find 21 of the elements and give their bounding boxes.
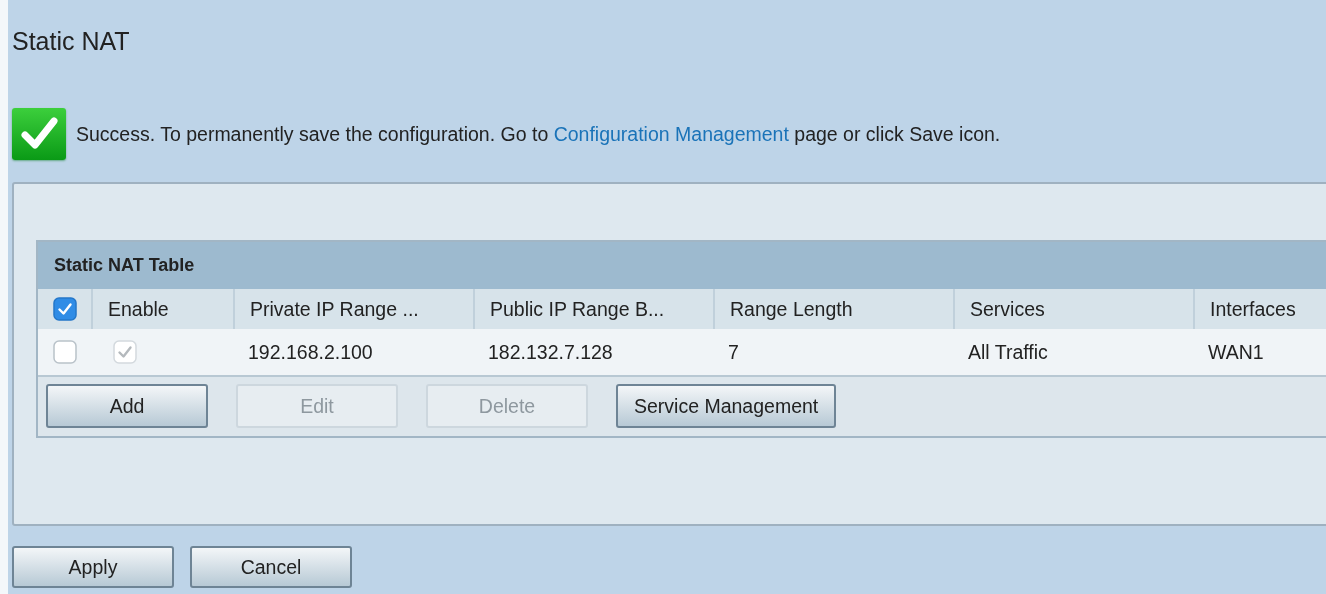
table-title: Static NAT Table	[38, 242, 1326, 289]
row-checkbox[interactable]	[52, 340, 77, 364]
table-button[interactable]: Service Management	[616, 384, 837, 428]
table-cell: 7	[713, 329, 953, 377]
table-cell: All Traffic	[953, 329, 1193, 377]
column-header[interactable]: Interfaces	[1193, 289, 1326, 329]
select-all-checkbox[interactable]	[52, 297, 77, 321]
column-header[interactable]: Range Length	[713, 289, 953, 329]
table-cell: WAN1	[1193, 329, 1326, 377]
page-title: Static NAT	[11, 26, 131, 56]
column-header[interactable]: Enable	[91, 289, 233, 329]
checkmark-icon	[12, 108, 66, 160]
table-button[interactable]: Add	[46, 384, 208, 428]
success-message: Success. To permanently save the configuration. Go to Configuration Management page or click Save icon.	[76, 122, 1001, 146]
column-header[interactable]: Public IP Range B...	[473, 289, 713, 329]
form-button[interactable]: Apply	[12, 546, 174, 588]
form-button[interactable]: Cancel	[190, 546, 352, 588]
table-cell: 182.132.7.128	[473, 329, 713, 377]
column-header[interactable]: Services	[953, 289, 1193, 329]
column-header[interactable]: Private IP Range ...	[233, 289, 473, 329]
table-cell: 192.168.2.100	[233, 329, 473, 377]
